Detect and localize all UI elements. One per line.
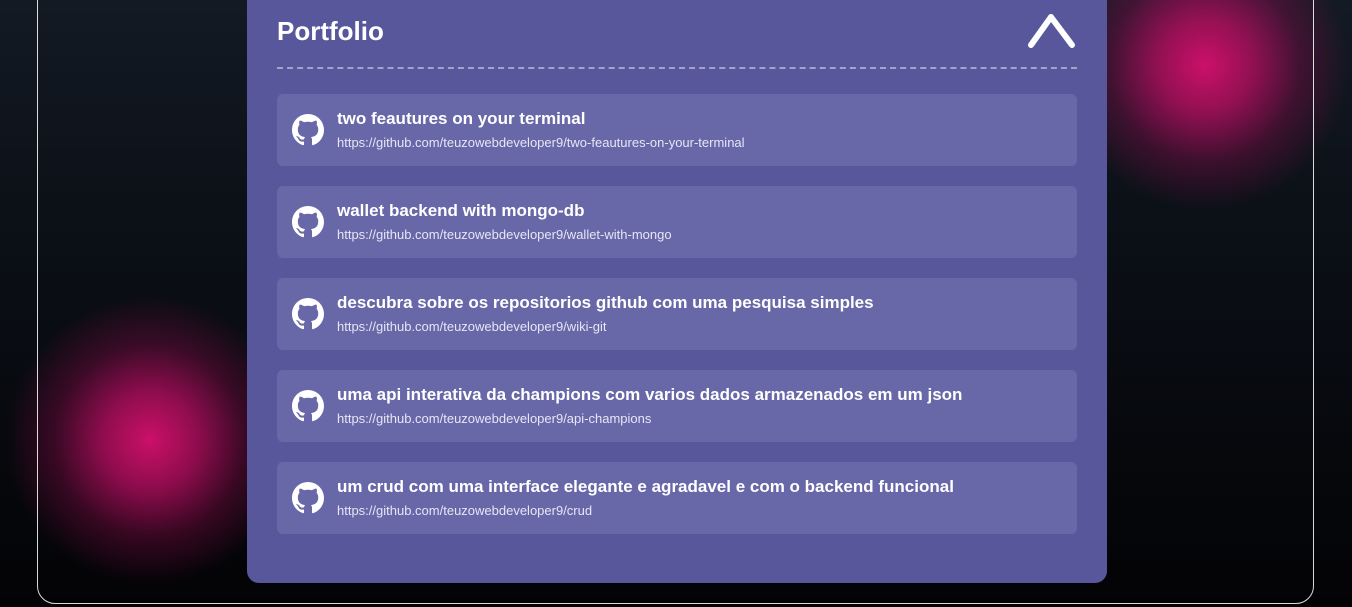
- repo-item-two-feautures[interactable]: two feautures on your terminal https://g…: [277, 94, 1077, 166]
- repo-item-wiki-git[interactable]: descubra sobre os repositorios github co…: [277, 278, 1077, 350]
- repo-name: wallet backend with mongo-db: [337, 201, 585, 220]
- github-icon: [292, 114, 324, 146]
- repo-url[interactable]: https://github.com/teuzowebdeveloper9/wa…: [337, 227, 672, 243]
- repo-url[interactable]: https://github.com/teuzowebdeveloper9/ap…: [337, 411, 651, 427]
- repo-name: um crud com uma interface elegante e agr…: [337, 477, 954, 496]
- header-divider: [277, 67, 1077, 69]
- github-icon: [292, 206, 324, 238]
- github-icon: [292, 390, 324, 422]
- portfolio-panel: Portfolio two feautures on your terminal…: [247, 0, 1107, 583]
- chevron-up-icon: [1028, 14, 1075, 48]
- github-icon: [292, 298, 324, 330]
- portfolio-title: Portfolio: [277, 16, 384, 46]
- repo-item-api-champions[interactable]: uma api interativa da champions com vari…: [277, 370, 1077, 442]
- repo-url[interactable]: https://github.com/teuzowebdeveloper9/tw…: [337, 135, 745, 151]
- repo-item-crud[interactable]: um crud com uma interface elegante e agr…: [277, 462, 1077, 534]
- repo-url[interactable]: https://github.com/teuzowebdeveloper9/cr…: [337, 503, 592, 519]
- collapse-button[interactable]: [1027, 10, 1077, 52]
- repo-name: descubra sobre os repositorios github co…: [337, 293, 874, 312]
- repo-name: two feautures on your terminal: [337, 109, 586, 128]
- github-icon: [292, 482, 324, 514]
- repo-list: two feautures on your terminal https://g…: [277, 94, 1077, 554]
- repo-name: uma api interativa da champions com vari…: [337, 385, 963, 404]
- portfolio-header: Portfolio: [277, 0, 1077, 60]
- repo-url[interactable]: https://github.com/teuzowebdeveloper9/wi…: [337, 319, 607, 335]
- repo-item-wallet-backend[interactable]: wallet backend with mongo-db https://git…: [277, 186, 1077, 258]
